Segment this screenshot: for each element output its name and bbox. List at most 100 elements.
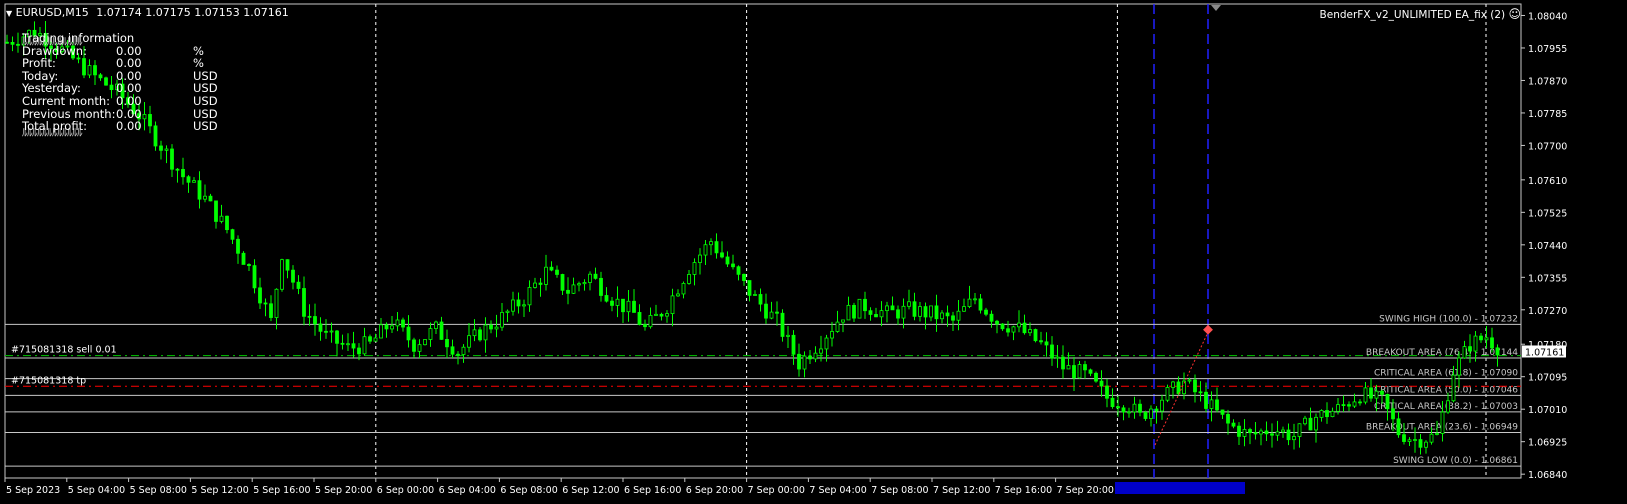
candle-body <box>1308 417 1313 431</box>
price-tick-label: 1.07440 <box>1528 241 1567 252</box>
candle-body <box>362 336 367 355</box>
time-tick-label: 7 Sep 08:00 <box>871 485 928 496</box>
candle-body <box>142 114 147 120</box>
candle-body <box>769 311 774 319</box>
candle-body <box>1374 390 1379 399</box>
candle-body <box>461 346 466 355</box>
candle-body <box>1451 374 1456 402</box>
time-tick-label: 5 Sep 20:00 <box>315 485 372 496</box>
candle-body <box>1495 347 1500 356</box>
smiley-icon: ☺ <box>1508 7 1521 21</box>
candle-body <box>1341 404 1346 407</box>
candle-body <box>538 282 543 285</box>
candle-body <box>984 309 988 315</box>
candle-body <box>236 238 240 254</box>
candle-body <box>159 145 163 151</box>
candle-body <box>1088 369 1093 374</box>
time-tick-label: 6 Sep 08:00 <box>500 485 557 496</box>
candle-body <box>929 305 933 318</box>
candle-body <box>835 321 840 332</box>
candle-body <box>907 301 911 307</box>
candle-body <box>632 300 636 313</box>
candle-body <box>335 330 339 344</box>
candle-body <box>736 266 741 275</box>
candle-body <box>593 273 598 279</box>
candle-body <box>368 336 372 342</box>
candle-body <box>192 180 196 183</box>
candle-body <box>621 298 625 313</box>
candle-body <box>401 319 405 328</box>
candle-body <box>720 252 724 258</box>
candle-body <box>731 263 735 268</box>
candle-body <box>714 241 719 254</box>
candle-body <box>170 148 174 170</box>
candle-body <box>1094 372 1098 382</box>
fibo-level-label: SWING HIGH (100.0) - 1.07232 <box>1379 314 1518 324</box>
candle-body <box>1116 406 1120 409</box>
candle-body <box>846 304 851 321</box>
price-tick-label: 1.06840 <box>1528 470 1567 481</box>
candle-body <box>1446 400 1450 413</box>
candle-body <box>626 300 631 313</box>
candle-body <box>995 320 999 325</box>
price-chart[interactable]: SWING HIGH (100.0) - 1.07232 BREAKOUT ARE… <box>0 0 1627 500</box>
candle-body <box>940 312 944 320</box>
candle-body <box>434 321 438 329</box>
candle-body <box>648 315 653 328</box>
dropdown-triangle-icon[interactable]: ▼ <box>6 9 12 18</box>
time-tick-label: 5 Sep 16:00 <box>253 485 310 496</box>
candle-body <box>857 298 862 319</box>
candle-body <box>588 273 592 283</box>
candle-body <box>1292 436 1296 441</box>
candle-body <box>175 168 180 171</box>
price-tick-label: 1.07955 <box>1528 44 1567 55</box>
time-tick-label: 5 Sep 2023 <box>6 485 60 496</box>
candle-body <box>1061 356 1065 370</box>
candle-body <box>577 283 581 286</box>
candle-body <box>753 294 757 296</box>
chart-window[interactable]: SWING HIGH (100.0) - 1.07232 BREAKOUT ARE… <box>0 0 1627 500</box>
price-tick-label: 1.07525 <box>1528 208 1567 219</box>
candle-body <box>1391 408 1395 420</box>
candle-body <box>725 256 730 265</box>
candle-body <box>1484 337 1489 341</box>
candle-body <box>610 300 614 306</box>
info-row-unit: USD <box>193 119 218 134</box>
candle-body <box>351 343 356 349</box>
candle-body <box>1077 364 1082 379</box>
candle-body <box>1039 340 1043 343</box>
candle-body <box>241 252 246 265</box>
candle-body <box>423 339 427 346</box>
candle-body <box>1011 326 1016 333</box>
candle-body <box>1226 413 1230 424</box>
candle-body <box>1286 429 1291 441</box>
candle-body <box>522 304 526 307</box>
candle-body <box>1237 425 1241 437</box>
candle-body <box>329 330 334 333</box>
candle-body <box>1270 433 1274 436</box>
candle-body <box>819 348 823 354</box>
candle-body <box>1149 408 1153 419</box>
candle-body <box>1281 429 1285 433</box>
candle-body <box>219 215 224 222</box>
candle-body <box>874 314 878 318</box>
candle-body <box>1022 322 1027 334</box>
candle-body <box>934 305 939 320</box>
candle-body <box>1429 433 1434 443</box>
candle-body <box>555 269 559 275</box>
candle-body <box>1380 390 1384 395</box>
price-tick-label: 1.07095 <box>1528 373 1567 384</box>
price-axis[interactable]: 1.08040 1.07955 1.07870 1.07785 1.07700 1.076… <box>1521 11 1567 481</box>
price-tick-label: 1.07785 <box>1528 109 1567 120</box>
candle-body <box>852 304 856 319</box>
candle-body <box>670 295 675 315</box>
candle-body <box>445 339 449 348</box>
candle-body <box>747 280 752 296</box>
expert-advisor-label[interactable]: BenderFX_v2_UNLIMITED EA_fix (2) ☺ <box>1320 7 1521 21</box>
candle-body <box>912 301 917 317</box>
candle-body <box>1143 411 1148 419</box>
candle-body <box>654 313 658 316</box>
candle-body <box>742 273 746 281</box>
candle-body <box>549 266 554 271</box>
candle-body <box>1017 322 1021 328</box>
